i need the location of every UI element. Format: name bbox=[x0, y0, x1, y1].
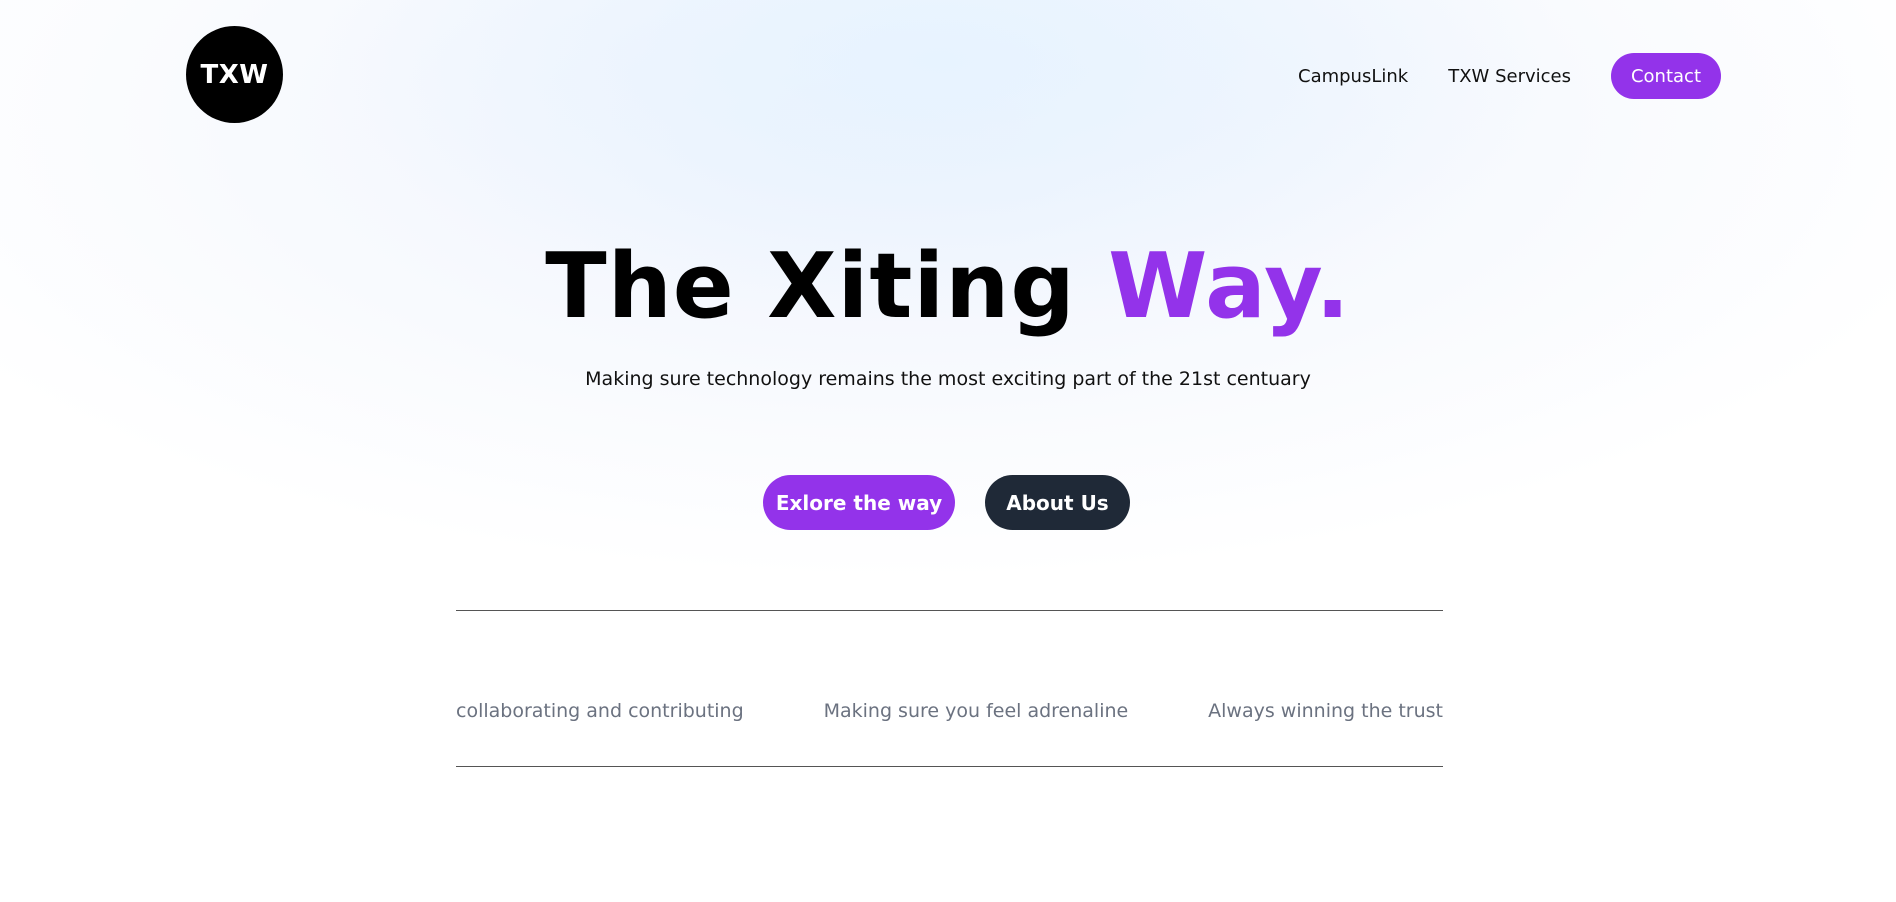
explore-button[interactable]: Exlore the way bbox=[763, 475, 955, 530]
values-divider-top bbox=[456, 610, 1443, 611]
nav-link-campuslink[interactable]: CampusLink bbox=[1298, 66, 1408, 87]
hero-title-main: The Xiting bbox=[545, 234, 1109, 339]
hero-title: The Xiting Way. bbox=[0, 232, 1896, 342]
value-item: Making sure you feel adrenaline bbox=[823, 700, 1129, 722]
logo-text: TXW bbox=[200, 59, 269, 90]
landing-page: TXW CampusLink TXW Services Contact The … bbox=[0, 0, 1896, 902]
cta-group: Exlore the way About Us bbox=[0, 475, 1896, 530]
values-strip: collaborating and contributing Making su… bbox=[456, 700, 1443, 722]
contact-button[interactable]: Contact bbox=[1610, 53, 1721, 99]
hero-subtitle: Making sure technology remains the most … bbox=[585, 368, 1311, 390]
values-divider-bottom bbox=[456, 766, 1443, 767]
value-item: collaborating and contributing bbox=[456, 700, 744, 722]
hero-title-accent: Way. bbox=[1108, 234, 1351, 339]
value-item: Always winning the trust bbox=[1208, 700, 1443, 722]
top-nav: CampusLink TXW Services Contact bbox=[1258, 53, 1721, 99]
about-us-button[interactable]: About Us bbox=[985, 475, 1130, 530]
txw-logo[interactable]: TXW bbox=[186, 26, 283, 123]
nav-link-txw-services[interactable]: TXW Services bbox=[1448, 66, 1571, 87]
